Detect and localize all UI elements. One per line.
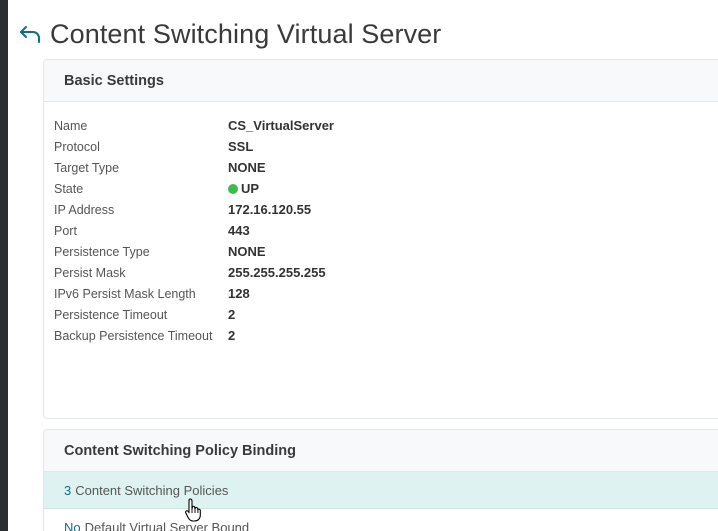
property-label: Persistence Type: [54, 244, 150, 259]
property-row-name: Name CS_VirtualServer: [54, 115, 718, 136]
property-row-ip-address: IP Address 172.16.120.55: [54, 199, 718, 220]
properties-list: Name CS_VirtualServer Protocol SSL Targe…: [44, 102, 718, 346]
default-vserver-link[interactable]: No Default Virtual Server Bound: [44, 509, 718, 531]
status-up-icon: [228, 183, 238, 194]
cs-policies-link[interactable]: 3 Content Switching Policies: [44, 472, 718, 509]
property-value: NONE: [228, 244, 266, 259]
property-value: 128: [228, 286, 250, 301]
property-label: Persist Mask: [54, 265, 126, 280]
state-text: UP: [241, 181, 260, 196]
page-header: Content Switching Virtual Server: [18, 14, 441, 54]
policy-binding-panel: Content Switching Policy Binding 3 Conte…: [43, 429, 718, 531]
property-value: 255.255.255.255: [228, 265, 326, 280]
property-label: Port: [54, 223, 77, 238]
back-arrow-icon[interactable]: [18, 22, 42, 46]
property-row-persistence-type: Persistence Type NONE: [54, 241, 718, 262]
property-value: 172.16.120.55: [228, 202, 312, 217]
state-value: UP: [228, 181, 259, 196]
property-row-state: State UP: [54, 178, 718, 199]
property-label: Protocol: [54, 139, 100, 154]
policy-count: 3: [64, 482, 72, 498]
policy-binding-header[interactable]: Content Switching Policy Binding: [44, 430, 718, 472]
default-vserver-text: Default Virtual Server Bound: [84, 520, 250, 531]
property-label: Persistence Timeout: [54, 307, 168, 322]
property-label: Target Type: [54, 160, 120, 175]
property-row-target-type: Target Type NONE: [54, 157, 718, 178]
property-value: 443: [228, 223, 250, 238]
property-label: Name: [54, 118, 88, 133]
policy-binding-title: Content Switching Policy Binding: [64, 442, 296, 459]
property-row-persist-mask: Persist Mask 255.255.255.255: [54, 262, 718, 283]
policy-text: Content Switching Policies: [75, 482, 229, 498]
property-label: IPv6 Persist Mask Length: [54, 286, 196, 301]
page: Content Switching Virtual Server Basic S…: [0, 0, 718, 531]
property-label: Backup Persistence Timeout: [54, 328, 213, 343]
hand-pointer-cursor-icon: [184, 497, 204, 523]
basic-settings-title: Basic Settings: [64, 72, 164, 89]
default-vserver-count: No: [64, 520, 81, 531]
property-value: CS_VirtualServer: [228, 118, 334, 133]
property-row-backup-persistence-timeout: Backup Persistence Timeout 2: [54, 325, 718, 346]
property-value: 2: [228, 307, 236, 322]
property-value: SSL: [228, 139, 254, 154]
basic-settings-header[interactable]: Basic Settings: [44, 60, 718, 102]
basic-settings-panel: Basic Settings Name CS_VirtualServer Pro…: [43, 59, 718, 419]
property-label: IP Address: [54, 202, 115, 217]
property-value: NONE: [228, 160, 266, 175]
left-nav-edge: [0, 0, 8, 531]
property-label: State: [54, 181, 84, 196]
property-row-port: Port 443: [54, 220, 718, 241]
property-value: 2: [228, 328, 236, 343]
property-row-persistence-timeout: Persistence Timeout 2: [54, 304, 718, 325]
property-row-protocol: Protocol SSL: [54, 136, 718, 157]
property-row-ipv6-mask-length: IPv6 Persist Mask Length 128: [54, 283, 718, 304]
page-title: Content Switching Virtual Server: [50, 18, 442, 49]
